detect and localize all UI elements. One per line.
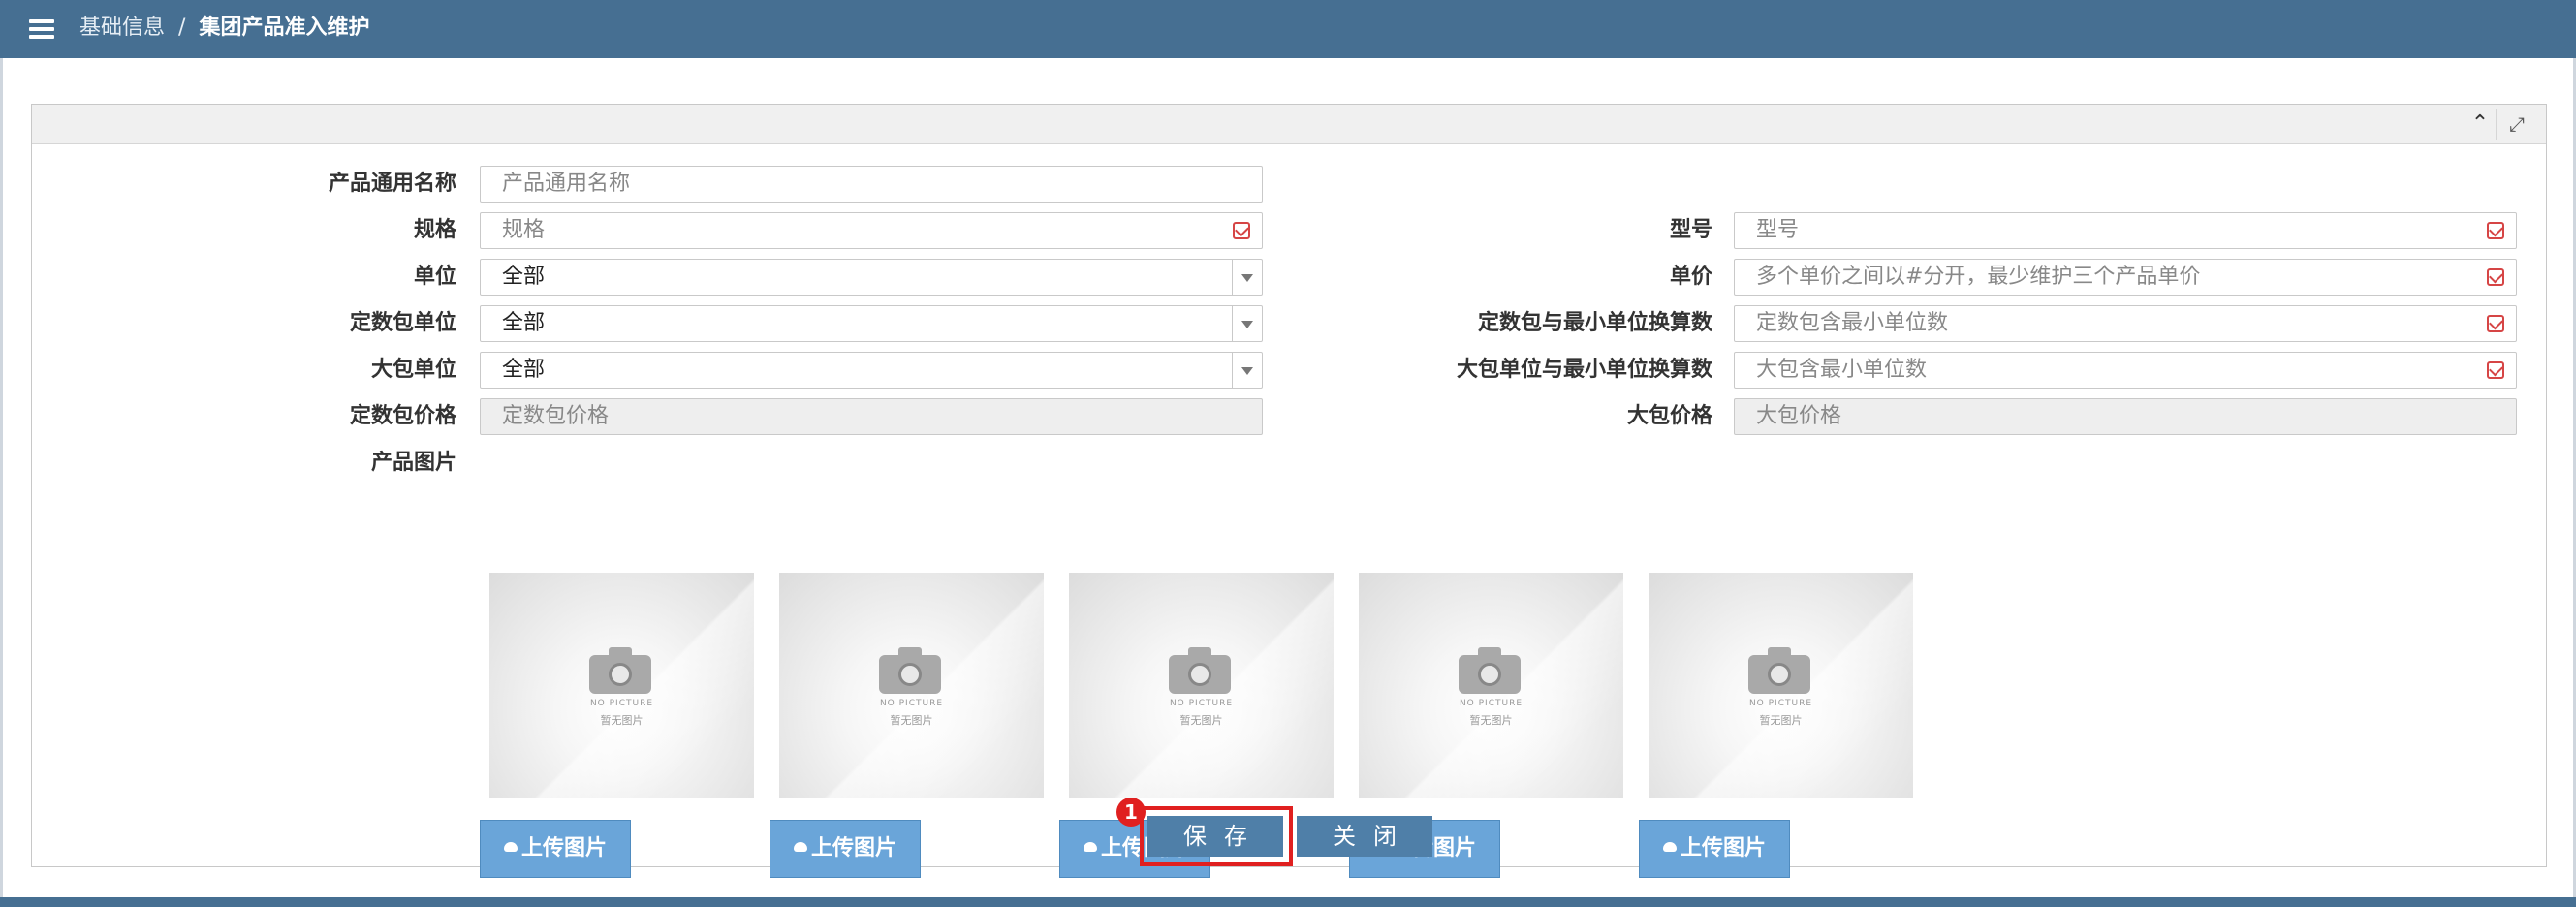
left-border — [0, 58, 3, 907]
big-price-field: 大包价格 — [1734, 398, 2517, 435]
big-unit-label: 大包单位 — [370, 358, 456, 382]
pack-price-field: 定数包价格 — [480, 398, 1263, 435]
big-unit-select[interactable]: 全部 — [480, 352, 1263, 389]
model-label: 型号 — [1669, 218, 1712, 242]
picture-placeholder: NO PICTURE 暂无图片 — [1069, 573, 1334, 798]
required-check-icon — [2487, 268, 2504, 286]
dropdown-arrow-icon[interactable] — [1232, 353, 1262, 388]
bottom-bar — [0, 897, 2576, 907]
required-check-icon — [1233, 222, 1250, 239]
no-picture-caption: NO PICTURE — [879, 699, 944, 708]
model-input[interactable]: 型号 — [1734, 212, 2517, 249]
close-button[interactable]: 关闭 — [1297, 816, 1432, 857]
big-ratio-placeholder: 大包含最小单位数 — [1756, 358, 1928, 382]
no-picture-caption: NO PICTURE — [1748, 699, 1813, 708]
spec-label: 规格 — [413, 218, 456, 242]
spec-placeholder: 规格 — [502, 218, 546, 242]
big-unit-selected-value: 全部 — [502, 358, 546, 382]
cloud-upload-icon — [503, 842, 518, 852]
form-panel: ⌃ ⤢ 产品通用名称 产品通用名称 规格 规格 型号 型号 单位 全部 单价 多… — [31, 104, 2547, 878]
product-pictures-label: 产品图片 — [370, 451, 456, 475]
pack-price-placeholder: 定数包价格 — [502, 404, 610, 428]
required-check-icon — [2487, 361, 2504, 379]
big-price-placeholder: 大包价格 — [1756, 404, 1842, 428]
big-price-label: 大包价格 — [1626, 404, 1712, 428]
unit-label: 单位 — [413, 265, 456, 289]
fullscreen-icon[interactable]: ⤢ — [2501, 109, 2532, 140]
upload-picture-button[interactable]: 上传图片 — [1639, 820, 1790, 878]
pack-unit-label: 定数包单位 — [349, 311, 456, 335]
big-ratio-label: 大包单位与最小单位换算数 — [1456, 358, 1712, 382]
camera-icon — [879, 645, 941, 694]
big-ratio-input[interactable]: 大包含最小单位数 — [1734, 352, 2517, 389]
picture-placeholder: NO PICTURE 暂无图片 — [1359, 573, 1623, 798]
dropdown-arrow-icon[interactable] — [1232, 306, 1262, 341]
pack-ratio-input[interactable]: 定数包含最小单位数 — [1734, 305, 2517, 342]
camera-icon — [1459, 645, 1521, 694]
no-picture-caption-cn: 暂无图片 — [890, 714, 933, 727]
breadcrumb-current: 集团产品准入维护 — [199, 16, 370, 40]
breadcrumb: 基础信息 / 集团产品准入维护 — [79, 14, 369, 43]
generic-name-label: 产品通用名称 — [328, 172, 456, 196]
dropdown-arrow-icon[interactable] — [1232, 260, 1262, 295]
pack-unit-selected-value: 全部 — [502, 311, 546, 335]
pack-ratio-label: 定数包与最小单位换算数 — [1477, 311, 1712, 335]
upload-picture-button[interactable]: 上传图片 — [770, 820, 921, 878]
hamburger-menu-icon[interactable] — [29, 19, 54, 39]
no-picture-caption: NO PICTURE — [1459, 699, 1524, 708]
upload-picture-label: 上传图片 — [520, 836, 607, 860]
picture-placeholder: NO PICTURE 暂无图片 — [489, 573, 754, 798]
no-picture-caption-cn: 暂无图片 — [1759, 714, 1803, 727]
camera-icon — [1748, 645, 1810, 694]
model-placeholder: 型号 — [1756, 218, 1800, 242]
breadcrumb-parent[interactable]: 基础信息 — [79, 16, 165, 40]
no-picture-caption-cn: 暂无图片 — [1179, 714, 1223, 727]
generic-name-placeholder: 产品通用名称 — [502, 172, 631, 196]
cloud-upload-icon — [1083, 842, 1097, 852]
unit-select[interactable]: 全部 — [480, 259, 1263, 296]
camera-icon — [589, 645, 651, 694]
no-picture-caption-cn: 暂无图片 — [600, 714, 644, 727]
unit-price-placeholder: 多个单价之间以#分开，最少维护三个产品单价 — [1756, 265, 2201, 289]
required-check-icon — [2487, 315, 2504, 332]
panel-header: ⌃ ⤢ — [32, 105, 2546, 144]
picture-placeholder: NO PICTURE 暂无图片 — [779, 573, 1044, 798]
cloud-upload-icon — [793, 842, 807, 852]
unit-price-input[interactable]: 多个单价之间以#分开，最少维护三个产品单价 — [1734, 259, 2517, 296]
upload-picture-button[interactable]: 上传图片 — [480, 820, 631, 878]
cloud-upload-icon — [1662, 842, 1677, 852]
upload-picture-label: 上传图片 — [1680, 836, 1766, 860]
no-picture-caption: NO PICTURE — [1169, 699, 1234, 708]
pack-unit-select[interactable]: 全部 — [480, 305, 1263, 342]
pack-price-label: 定数包价格 — [349, 404, 456, 428]
no-picture-caption-cn: 暂无图片 — [1469, 714, 1513, 727]
pack-ratio-placeholder: 定数包含最小单位数 — [1756, 311, 1949, 335]
required-check-icon — [2487, 222, 2504, 239]
breadcrumb-separator: / — [178, 16, 186, 40]
no-picture-caption: NO PICTURE — [589, 699, 654, 708]
generic-name-input[interactable]: 产品通用名称 — [480, 166, 1263, 203]
top-navigation-bar: 基础信息 / 集团产品准入维护 — [0, 0, 2576, 58]
chevron-up-icon[interactable]: ⌃ — [2465, 109, 2497, 140]
picture-placeholder: NO PICTURE 暂无图片 — [1649, 573, 1913, 798]
camera-icon — [1169, 645, 1231, 694]
highlight-box — [1140, 806, 1293, 866]
spec-input[interactable]: 规格 — [480, 212, 1263, 249]
step-badge: 1 — [1116, 798, 1146, 827]
unit-selected-value: 全部 — [502, 265, 546, 289]
unit-price-label: 单价 — [1669, 265, 1712, 289]
upload-picture-label: 上传图片 — [810, 836, 896, 860]
